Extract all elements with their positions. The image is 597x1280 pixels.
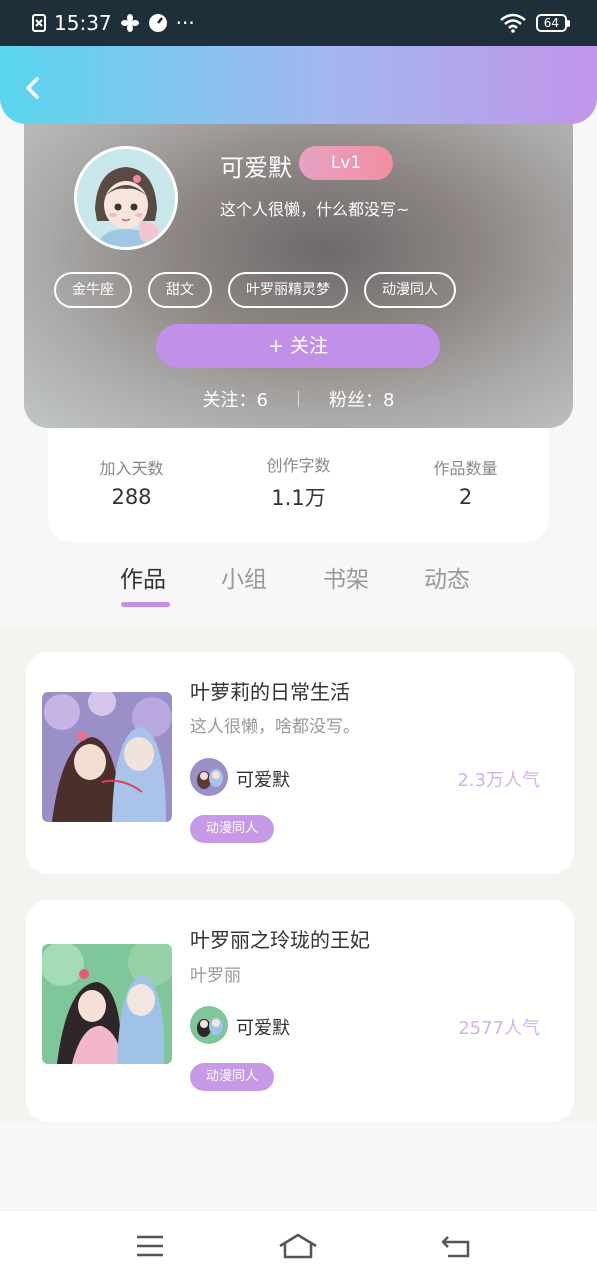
follow-stats: 关注：6 粉丝：8 — [24, 386, 573, 412]
work-tag[interactable]: 动漫同人 — [190, 815, 275, 843]
stat-works-count: 作品数量 2 — [382, 422, 549, 542]
author-name[interactable]: 可爱默 — [236, 766, 290, 792]
popularity-count: 2577人气 — [458, 1018, 540, 1039]
home-icon — [279, 1233, 317, 1259]
profile-card: 可爱默 Lv1 这个人很懒，什么都没写~ 金牛座 甜文 叶罗丽精灵梦 动漫同人 … — [24, 104, 573, 428]
stat-value: 1.1万 — [271, 486, 326, 510]
profile-tag[interactable]: 甜文 — [148, 272, 212, 308]
profile-tag[interactable]: 动漫同人 — [364, 272, 456, 308]
level-badge: Lv1 — [299, 146, 393, 180]
menu-icon — [137, 1235, 163, 1257]
divider — [298, 391, 299, 407]
work-cover[interactable] — [42, 944, 172, 1064]
status-more: ··· — [175, 11, 195, 35]
follow-button[interactable]: + 关注 — [156, 324, 440, 368]
status-bar: 15:37 ··· 64 — [0, 0, 597, 46]
work-card[interactable]: 叶罗丽之玲珑的王妃 叶罗丽 可爱默 2577人气 动漫同人 — [26, 900, 574, 1122]
profile-tags: 金牛座 甜文 叶罗丽精灵梦 动漫同人 — [54, 272, 456, 308]
author-avatar[interactable] — [190, 758, 228, 796]
tab-works[interactable]: 作品 — [120, 560, 166, 594]
stat-label: 创作字数 — [266, 456, 331, 475]
tab-bookshelf[interactable]: 书架 — [323, 560, 369, 594]
tab-bar: 作品 小组 书架 动态 — [0, 560, 597, 626]
author-name[interactable]: 可爱默 — [236, 1014, 290, 1040]
stat-label: 作品数量 — [433, 459, 498, 478]
profile-tag[interactable]: 叶罗丽精灵梦 — [228, 272, 348, 308]
username: 可爱默 — [220, 154, 292, 182]
tab-groups[interactable]: 小组 — [221, 560, 267, 594]
work-description: 叶罗丽 — [190, 966, 241, 986]
author-avatar[interactable] — [190, 1006, 228, 1044]
works-list: 叶萝莉的日常生活 这人很懒，啥都没写。 可爱默 2.3万人气 动漫同人 叶罗丽之… — [0, 626, 597, 1122]
stat-word-count: 创作字数 1.1万 — [215, 422, 382, 542]
tab-indicator — [121, 602, 170, 607]
status-time: 15:37 — [54, 11, 112, 35]
stat-value: 2 — [458, 485, 473, 509]
return-button[interactable] — [436, 1229, 476, 1263]
menu-button[interactable] — [130, 1229, 170, 1263]
home-button[interactable] — [278, 1229, 318, 1263]
wifi-icon — [499, 13, 526, 33]
profile-tag[interactable]: 金牛座 — [54, 272, 132, 308]
stat-label: 加入天数 — [99, 459, 164, 478]
popularity-count: 2.3万人气 — [457, 770, 540, 791]
tab-activity[interactable]: 动态 — [424, 560, 470, 594]
return-icon — [441, 1236, 470, 1258]
fan-icon — [120, 13, 140, 33]
stats-card: 加入天数 288 创作字数 1.1万 作品数量 2 — [48, 428, 549, 542]
work-tag[interactable]: 动漫同人 — [190, 1063, 275, 1091]
following-count[interactable]: 关注：6 — [203, 386, 268, 412]
stat-value: 288 — [111, 485, 152, 509]
avatar[interactable] — [74, 146, 178, 250]
work-cover[interactable] — [42, 692, 172, 822]
back-button[interactable] — [18, 74, 46, 102]
work-title[interactable]: 叶萝莉的日常生活 — [190, 676, 350, 705]
speed-icon — [148, 13, 168, 33]
header-bar — [0, 46, 597, 124]
back-icon — [26, 77, 39, 99]
system-nav-bar — [0, 1210, 597, 1280]
fans-count[interactable]: 粉丝：8 — [329, 386, 394, 412]
work-description: 这人很懒，啥都没写。 — [190, 717, 360, 737]
work-card[interactable]: 叶萝莉的日常生活 这人很懒，啥都没写。 可爱默 2.3万人气 动漫同人 — [26, 652, 574, 874]
sim-icon — [32, 14, 46, 32]
profile-bio: 这个人很懒，什么都没写~ — [220, 200, 410, 219]
stat-join-days: 加入天数 288 — [48, 422, 215, 542]
work-title[interactable]: 叶罗丽之玲珑的王妃 — [190, 924, 370, 953]
battery-icon: 64 — [535, 14, 571, 32]
